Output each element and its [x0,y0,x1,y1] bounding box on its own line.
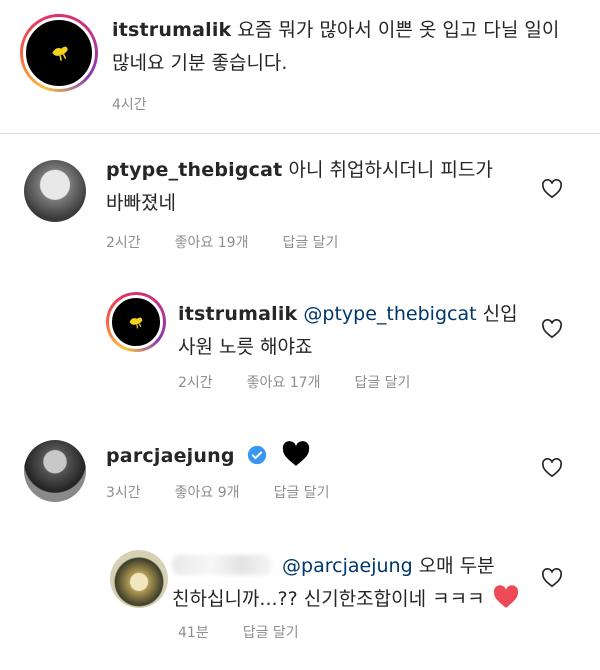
comment-1-avatar[interactable] [24,160,86,222]
comment-4-meta: 41분 답글 달기 [178,622,299,642]
post-caption: itstrumalik 요즘 뭐가 많아서 이쁜 옷 입고 다닐 일이 많네요 … [0,0,600,132]
comment-2-meta: 2시간 좋아요 17개 답글 달기 [178,372,410,392]
like-heart-icon[interactable] [541,179,563,199]
comment-3-avatar[interactable] [24,440,86,502]
comment-3-username[interactable]: parcjaejung [106,445,235,467]
comment-1-text: ptype_thebigcat 아니 취업하시더니 피드가 바빠졌네 [106,154,526,220]
comment-2-time: 2시간 [178,375,213,391]
comment-2-text: itstrumalik @ptype_thebigcat 신입 사원 노릇 해야… [178,298,528,364]
comment-1-time: 2시간 [106,235,141,251]
like-heart-icon[interactable] [541,319,563,339]
comment-3-likes[interactable]: 좋아요 9개 [175,482,240,502]
comment-3-reply-button[interactable]: 답글 달기 [274,482,330,502]
comment-2-line1: 신입 [482,303,518,325]
comment-1-likes[interactable]: 좋아요 19개 [175,232,249,252]
comment-3-time: 3시간 [106,485,141,501]
comment-3-text: parcjaejung [106,440,526,473]
divider [0,133,600,134]
comment-2-line2: 사원 노릇 해야죠 [178,336,313,358]
caption-avatar[interactable] [20,14,98,92]
comment-1-reply-button[interactable]: 답글 달기 [282,232,338,252]
comment-2-mention[interactable]: @ptype_thebigcat [303,303,476,325]
caption-time: 4시간 [112,97,147,113]
caption-text-line2: 많네요 기분 좋습니다. [112,52,288,74]
comment-1-line1: 아니 취업하시더니 피드가 [288,159,493,181]
caption-text: itstrumalik 요즘 뭐가 많아서 이쁜 옷 입고 다닐 일이 많네요 … [112,14,582,80]
comment-1-username[interactable]: ptype_thebigcat [106,159,282,181]
comment-1-line2: 바빠졌네 [106,192,176,214]
comment-4-reply-button[interactable]: 답글 달기 [243,622,299,642]
verified-badge-icon [247,445,266,465]
yellow-bird-logo-icon [129,317,143,329]
comment-2-username[interactable]: itstrumalik [178,303,297,325]
caption-text-line1: 요즘 뭐가 많아서 이쁜 옷 입고 다닐 일이 [237,19,560,41]
redacted-username [172,555,272,575]
caption-meta: 4시간 [112,94,147,114]
comment-4-avatar[interactable] [110,550,168,608]
comment-1-meta: 2시간 좋아요 19개 답글 달기 [106,232,338,252]
black-heart-emoji-icon [282,441,309,466]
caption-username[interactable]: itstrumalik [112,19,231,41]
comment-2-likes[interactable]: 좋아요 17개 [247,372,321,392]
like-heart-icon[interactable] [541,568,563,588]
comment-2-avatar[interactable] [106,292,166,352]
red-heart-emoji-icon [493,585,518,608]
comment-3-meta: 3시간 좋아요 9개 답글 달기 [106,482,330,502]
comment-2-reply-button[interactable]: 답글 달기 [354,372,410,392]
comment-4-line2: 친하십니까...?? 신기한조합이네 ㅋㅋㅋ [172,588,485,610]
comment-4-mention[interactable]: @parcjaejung [282,555,413,577]
comments-screen: itstrumalik 요즘 뭐가 많아서 이쁜 옷 입고 다닐 일이 많네요 … [0,0,600,670]
comment-4-text: @parcjaejung 오매 두분 친하십니까...?? 신기한조합이네 ㅋㅋ… [172,550,532,616]
comment-4-line1: 오매 두분 [418,555,495,577]
yellow-bird-logo-icon [52,46,68,61]
like-heart-icon[interactable] [541,458,563,478]
comment-4-time: 41분 [178,625,209,641]
